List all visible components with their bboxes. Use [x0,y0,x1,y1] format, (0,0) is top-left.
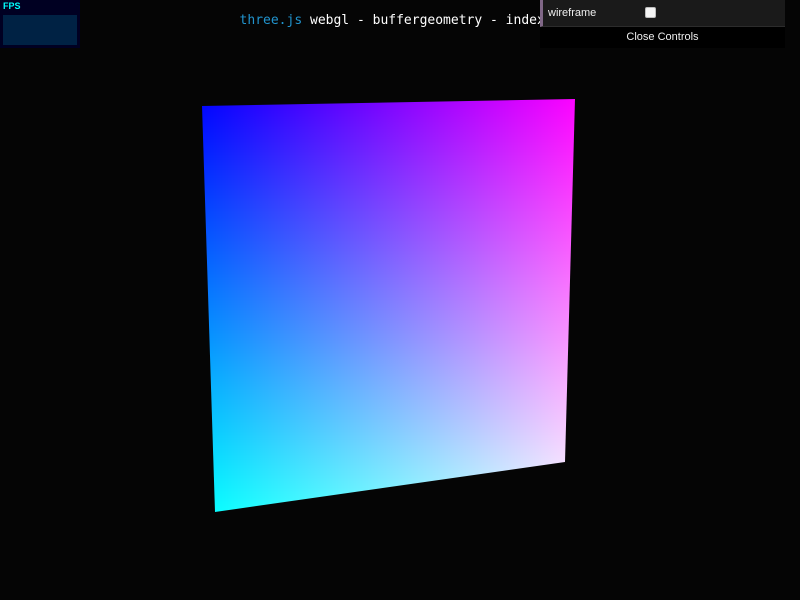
controls-panel: wireframe Close Controls [540,0,785,48]
wireframe-checkbox[interactable] [645,7,656,18]
color-gradient-plane [202,99,575,512]
threejs-link[interactable]: three.js [240,13,303,28]
fps-label: FPS [3,1,21,11]
wireframe-row[interactable]: wireframe [540,0,785,27]
close-controls-button[interactable]: Close Controls [540,28,785,48]
webgl-canvas[interactable] [0,0,800,600]
fps-stats-panel[interactable]: FPS [0,0,80,48]
info-description: webgl - buffergeometry - indexed [302,13,561,28]
fps-graph [3,15,77,45]
wireframe-label: wireframe [548,7,597,19]
three-js-scene: three.js webgl - buffergeometry - indexe… [0,0,800,600]
